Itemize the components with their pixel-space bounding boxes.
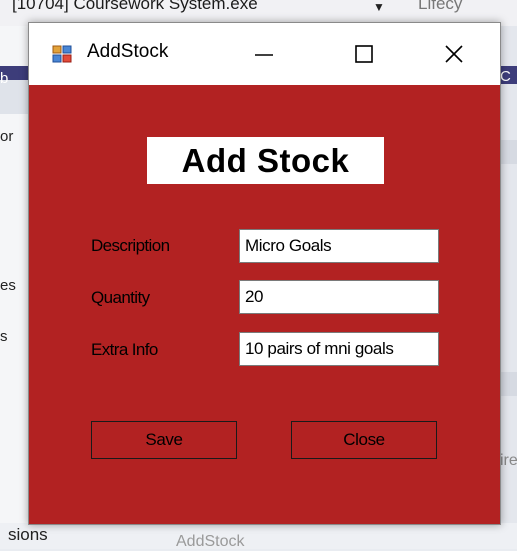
sessions-tab[interactable]: sions <box>8 525 48 545</box>
ide-left-tab-label[interactable]: b <box>0 70 8 87</box>
ide-left-label: or <box>0 128 14 145</box>
maximize-button[interactable] <box>341 31 387 77</box>
process-selector[interactable]: [10704] Coursework System.exe <box>12 0 258 14</box>
close-window-button[interactable] <box>431 31 477 77</box>
save-button[interactable]: Save <box>91 421 237 459</box>
ide-right-label: ire <box>500 452 517 469</box>
chevron-down-icon[interactable]: ▼ <box>373 0 385 14</box>
description-label: Description <box>91 236 170 255</box>
quantity-label: Quantity <box>91 288 150 307</box>
heading-box: Add Stock <box>147 137 384 184</box>
title-bar[interactable]: AddStock <box>29 23 500 85</box>
addstock-window: AddStock Add Stock Description Quantity … <box>28 22 501 525</box>
window-title: AddStock <box>87 41 169 62</box>
ide-bottom-bar <box>0 523 517 549</box>
minimize-icon <box>255 54 273 56</box>
ide-left-label: s <box>0 328 8 345</box>
extra-info-field[interactable] <box>239 332 439 366</box>
maximize-icon <box>355 45 373 63</box>
lifecycle-events-label[interactable]: Lifecy <box>418 0 462 14</box>
quantity-field[interactable] <box>239 280 439 314</box>
ide-right-tab-label[interactable]: C <box>500 68 511 85</box>
addstock-document-tab[interactable]: AddStock <box>176 533 244 551</box>
close-button[interactable]: Close <box>291 421 437 459</box>
winforms-app-icon <box>52 44 72 64</box>
page-title: Add Stock <box>181 141 350 179</box>
description-field[interactable] <box>239 229 439 263</box>
extra-info-label: Extra Info <box>91 340 158 359</box>
ide-left-label: es <box>0 277 16 294</box>
close-icon <box>445 45 463 63</box>
minimize-button[interactable] <box>241 31 287 77</box>
